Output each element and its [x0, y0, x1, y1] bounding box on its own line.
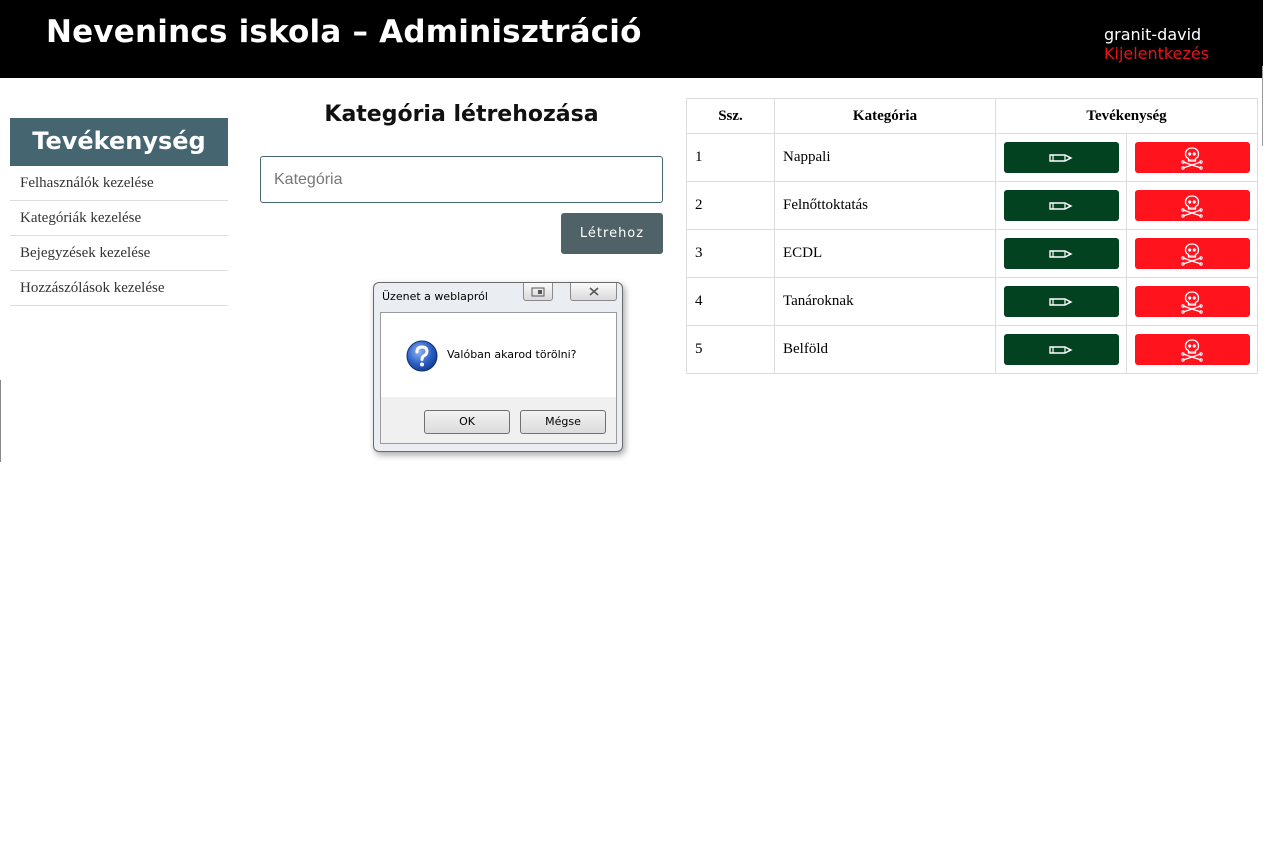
skull-crossbones-icon [1181, 242, 1203, 266]
row-category-name: Felnőttoktatás [774, 181, 996, 230]
delete-button[interactable] [1134, 334, 1250, 365]
row-category-name: ECDL [774, 229, 996, 278]
table-row: 2 Felnőttoktatás [686, 181, 1258, 230]
create-button[interactable]: Létrehoz [561, 213, 663, 254]
delete-cell [1126, 133, 1258, 182]
skull-crossbones-icon [1181, 338, 1203, 362]
pencil-icon [1049, 297, 1073, 306]
row-number: 1 [686, 133, 775, 182]
edit-button[interactable] [1003, 286, 1119, 317]
edit-cell [995, 229, 1127, 278]
edit-button[interactable] [1003, 238, 1119, 269]
sidebar-item-posts[interactable]: Bejegyzések kezelése [10, 236, 228, 271]
dialog-title: Üzenet a weblapról [382, 290, 488, 303]
skull-crossbones-icon [1181, 194, 1203, 218]
pencil-icon [1049, 249, 1073, 258]
category-input[interactable] [260, 156, 663, 203]
top-header: Nevenincs iskola – Adminisztráció granit… [0, 0, 1263, 78]
table-row: 4 Tanároknak [686, 277, 1258, 326]
header-actions: Tevékenység [995, 98, 1258, 134]
pencil-icon [1049, 153, 1073, 162]
sidebar: Tevékenység Felhasználók kezelése Kategó… [10, 118, 228, 306]
edit-button[interactable] [1003, 142, 1119, 173]
row-number: 4 [686, 277, 775, 326]
sidebar-item-users[interactable]: Felhasználók kezelése [10, 166, 228, 201]
question-icon [406, 340, 438, 372]
create-form-title: Kategória létrehozása [324, 102, 599, 127]
dialog-message: Valóban akarod törölni? [447, 348, 577, 361]
pencil-icon [1049, 345, 1073, 354]
window-edge-line-left [0, 380, 1, 462]
table-row: 1 Nappali [686, 133, 1258, 182]
delete-button[interactable] [1134, 286, 1250, 317]
site-title: Nevenincs iskola – Adminisztráció [46, 14, 642, 50]
dialog-close-button[interactable] [570, 283, 617, 301]
edit-cell [995, 277, 1127, 326]
logout-link[interactable]: Kijelentkezés [1104, 44, 1209, 63]
row-category-name: Nappali [774, 133, 996, 182]
cancel-button[interactable]: Mégse [520, 410, 606, 434]
dialog-body: Valóban akarod törölni? OK Mégse [380, 312, 617, 444]
table-row: 5 Belföld [686, 325, 1258, 374]
sidebar-title: Tevékenység [10, 118, 228, 166]
username-label: granit-david [1104, 25, 1202, 44]
skull-crossbones-icon [1181, 290, 1203, 314]
row-number: 3 [686, 229, 775, 278]
delete-cell [1126, 181, 1258, 230]
delete-button[interactable] [1134, 190, 1250, 221]
edit-cell [995, 133, 1127, 182]
delete-cell [1126, 229, 1258, 278]
ok-button[interactable]: OK [424, 410, 510, 434]
edit-cell [995, 181, 1127, 230]
row-category-name: Tanároknak [774, 277, 996, 326]
category-table: Ssz. Kategória Tevékenység 1 Nappali 2 Feln… [686, 98, 1258, 374]
row-number: 5 [686, 325, 775, 374]
table-header-row: Ssz. Kategória Tevékenység [686, 98, 1258, 134]
table-row: 3 ECDL [686, 229, 1258, 278]
edit-button[interactable] [1003, 190, 1119, 221]
header-number: Ssz. [686, 98, 775, 134]
edit-cell [995, 325, 1127, 374]
delete-cell [1126, 277, 1258, 326]
skull-crossbones-icon [1181, 146, 1203, 170]
dialog-content: Valóban akarod törölni? [381, 313, 616, 397]
delete-cell [1126, 325, 1258, 374]
confirm-dialog: Üzenet a weblapról Valóban akarod töröln… [373, 282, 623, 452]
pencil-icon [1049, 201, 1073, 210]
sidebar-item-comments[interactable]: Hozzászólások kezelése [10, 271, 228, 306]
close-icon [589, 287, 598, 296]
row-number: 2 [686, 181, 775, 230]
window-edge-line [1262, 66, 1263, 146]
row-category-name: Belföld [774, 325, 996, 374]
delete-button[interactable] [1134, 142, 1250, 173]
edit-button[interactable] [1003, 334, 1119, 365]
header-category: Kategória [774, 98, 996, 134]
dialog-restore-button[interactable] [523, 283, 553, 301]
sidebar-item-categories[interactable]: Kategóriák kezelése [10, 201, 228, 236]
window-icon [531, 287, 545, 296]
delete-button[interactable] [1134, 238, 1250, 269]
